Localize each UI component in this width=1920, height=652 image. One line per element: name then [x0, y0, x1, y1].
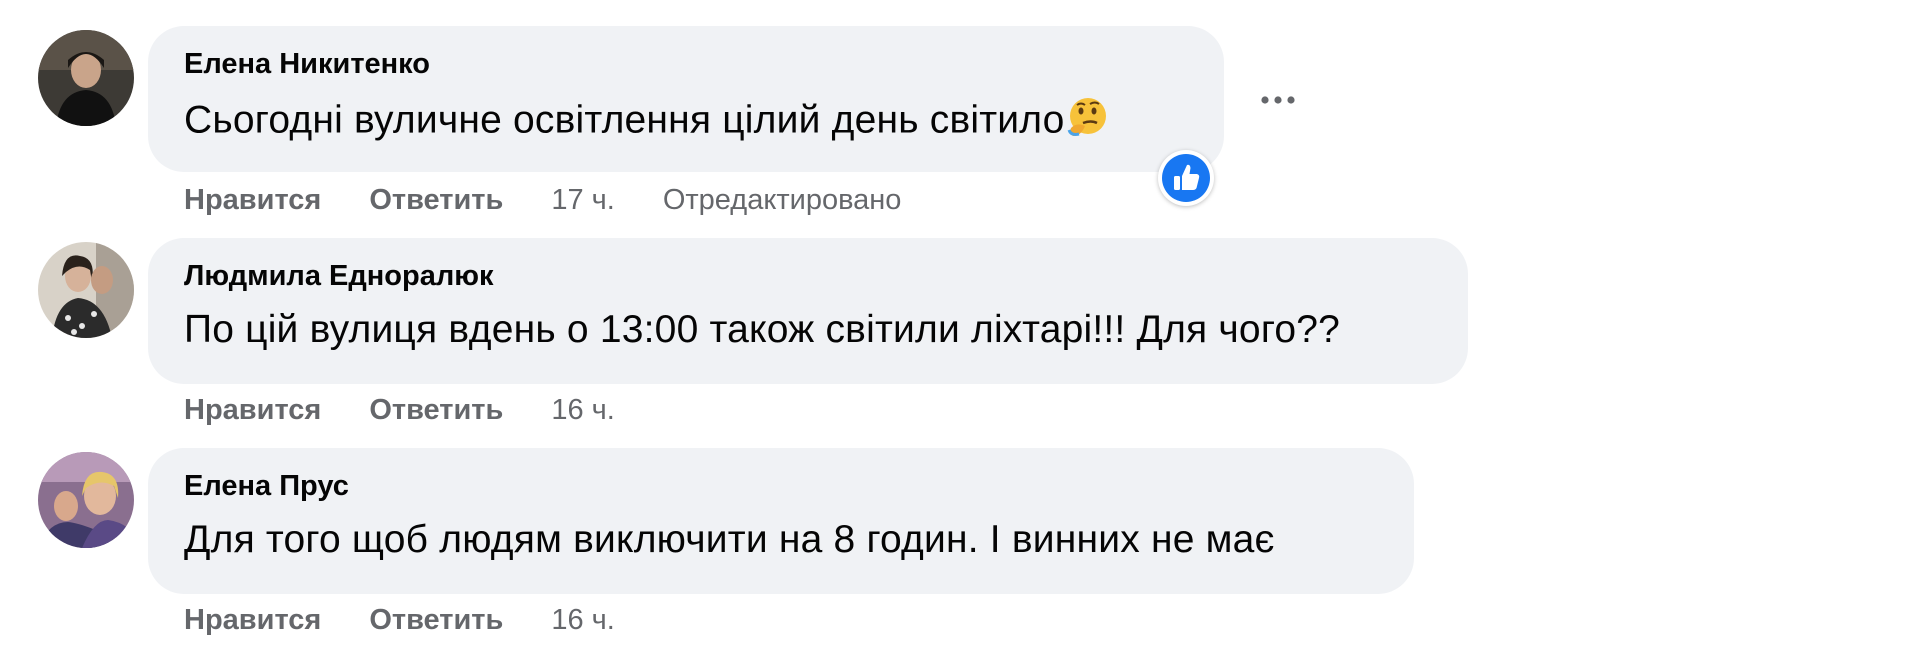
- like-link[interactable]: Нравится: [184, 394, 321, 427]
- edited-label[interactable]: Отредактировано: [663, 184, 902, 217]
- like-link[interactable]: Нравится: [184, 604, 321, 637]
- more-horizontal-icon: [1261, 96, 1295, 104]
- avatar[interactable]: [38, 242, 134, 338]
- comment-actions: Нравится Ответить 17 ч. Отредактировано: [184, 184, 901, 217]
- timestamp-link[interactable]: 17 ч.: [551, 184, 614, 217]
- timestamp-link[interactable]: 16 ч.: [551, 604, 614, 637]
- comment-text: Для того щоб людям виключити на 8 годин.…: [184, 518, 1275, 561]
- like-reaction-badge[interactable]: [1158, 150, 1214, 206]
- comment-bubble: Елена Прус Для того щоб людям виключити …: [148, 448, 1414, 594]
- comment-author[interactable]: Елена Никитенко: [184, 48, 430, 81]
- avatar[interactable]: [38, 30, 134, 126]
- like-reaction-icon: [1162, 154, 1210, 202]
- comment-text: Сьогодні вуличне освітлення цілий день с…: [184, 98, 1065, 142]
- thinking-face-icon: [1067, 96, 1109, 148]
- comment-bubble: Людмила Едноралюк По цій вулиця вдень о …: [148, 238, 1468, 384]
- avatar-photo-icon: [38, 242, 134, 338]
- reply-link[interactable]: Ответить: [369, 184, 503, 217]
- comment-text: По цій вулиця вдень о 13:00 також світил…: [184, 308, 1341, 351]
- comment-actions: Нравится Ответить 16 ч.: [184, 604, 663, 637]
- comment-bubble: Елена Никитенко Сьогодні вуличне освітле…: [148, 26, 1224, 172]
- comment-author[interactable]: Елена Прус: [184, 470, 349, 503]
- avatar-photo-icon: [38, 452, 134, 548]
- reply-link[interactable]: Ответить: [369, 604, 503, 637]
- more-options-button[interactable]: [1254, 76, 1302, 124]
- comment-author[interactable]: Людмила Едноралюк: [184, 260, 494, 293]
- reply-link[interactable]: Ответить: [369, 394, 503, 427]
- comment-actions: Нравится Ответить 16 ч.: [184, 394, 663, 427]
- avatar[interactable]: [38, 452, 134, 548]
- avatar-photo-icon: [38, 30, 134, 126]
- timestamp-link[interactable]: 16 ч.: [551, 394, 614, 427]
- comment-text-row: Сьогодні вуличне освітлення цілий день с…: [184, 96, 1109, 148]
- like-link[interactable]: Нравится: [184, 184, 321, 217]
